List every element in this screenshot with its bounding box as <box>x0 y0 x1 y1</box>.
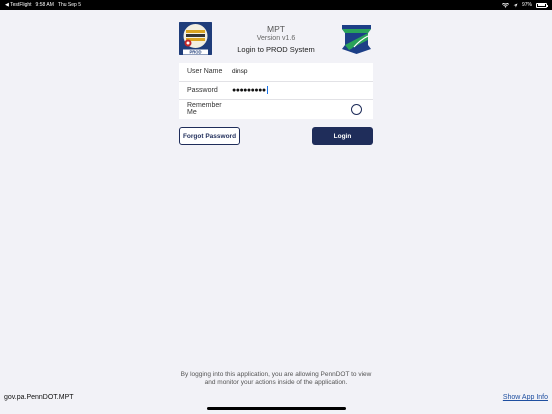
header-text: MPT Version v1.6 Login to PROD System <box>219 24 333 55</box>
disclaimer-text: By logging into this application, you ar… <box>180 371 372 386</box>
battery-percent: 97% <box>521 2 532 8</box>
login-button[interactable]: Login <box>312 127 373 145</box>
status-date: Thu Sep 5 <box>57 2 81 8</box>
forgot-password-button[interactable]: Forgot Password <box>179 127 240 145</box>
login-form: User Name dinsp Password ●●●●●●●●● Remem… <box>179 63 373 119</box>
password-label: Password <box>187 86 218 94</box>
remember-me-label: Remember Me <box>187 102 222 117</box>
mpt-logo-icon: PROD <box>179 22 212 55</box>
remember-me-toggle[interactable] <box>351 104 362 116</box>
text-caret <box>266 86 268 95</box>
location-icon <box>513 3 518 7</box>
status-right: 97% <box>501 2 548 8</box>
home-indicator[interactable] <box>207 407 346 410</box>
password-input[interactable]: ●●●●●●●●● <box>232 87 266 94</box>
prod-badge-text: PROD <box>189 50 201 55</box>
bundle-id: gov.pa.PennDOT.MPT <box>4 394 74 401</box>
show-app-info-link[interactable]: Show App Info <box>503 394 548 401</box>
password-row[interactable]: Password ●●●●●●●●● <box>179 82 373 101</box>
battery-icon <box>536 2 548 8</box>
remember-me-row[interactable]: Remember Me <box>179 100 373 119</box>
status-time: 9:58 AM <box>35 2 54 8</box>
app-name: MPT <box>267 24 285 34</box>
username-label: User Name <box>187 68 223 76</box>
status-bar: ◀ TestFlight 9:58 AM Thu Sep 5 97% <box>0 0 552 10</box>
mpt-logo-graphic: PROD <box>179 22 212 55</box>
wifi-icon <box>501 2 509 8</box>
username-row[interactable]: User Name dinsp <box>179 63 373 82</box>
app-version: Version v1.6 <box>256 35 296 42</box>
back-to-testflight[interactable]: ◀ TestFlight <box>5 2 32 8</box>
keystone-logo-icon <box>340 23 373 55</box>
username-input[interactable]: dinsp <box>232 68 248 75</box>
login-header: PROD MPT Version v1.6 Login to PROD Syst… <box>179 22 373 56</box>
status-left: ◀ TestFlight 9:58 AM Thu Sep 5 <box>5 2 81 8</box>
login-system-title: Login to PROD System <box>237 45 315 54</box>
